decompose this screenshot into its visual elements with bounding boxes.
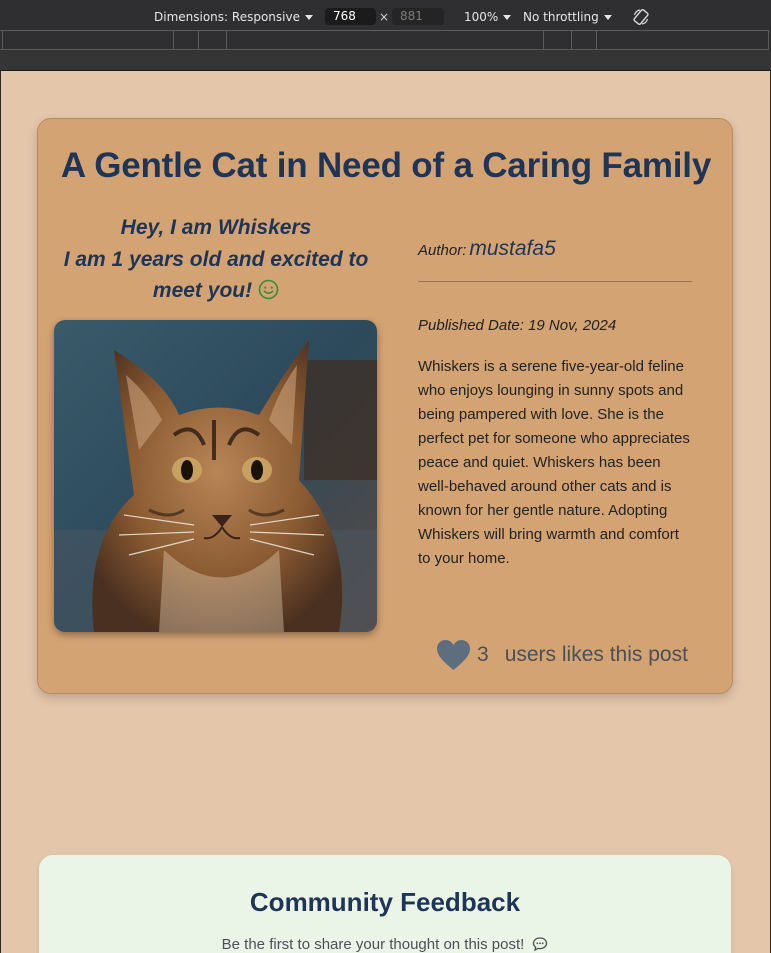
comment-icon <box>533 936 548 951</box>
pet-photo <box>54 320 377 632</box>
ruler-segment[interactable] <box>173 31 174 49</box>
heart-icon[interactable] <box>436 639 471 671</box>
ruler-segment[interactable] <box>226 31 227 49</box>
ruler-segment[interactable] <box>198 31 199 49</box>
ruler-segment[interactable] <box>571 31 572 49</box>
height-input[interactable]: 881 <box>392 8 444 25</box>
throttling-dropdown[interactable]: No throttling <box>523 10 612 24</box>
width-input[interactable]: 768 <box>325 8 376 25</box>
device-frame-top <box>0 50 771 71</box>
devtools-toolbar: Dimensions: Responsive 768 × 881 100% No… <box>0 0 771 34</box>
times-sign: × <box>379 10 390 24</box>
greeting-line-2: I am 1 years old and excited to meet you… <box>58 244 374 307</box>
published-date: Published Date: 19 Nov, 2024 <box>418 317 617 334</box>
feedback-subtitle-text: Be the first to share your thought on th… <box>221 936 525 953</box>
likes-text: users likes this post <box>504 643 688 666</box>
page-viewport: A Gentle Cat in Need of a Caring Family … <box>1 71 770 953</box>
author-name[interactable]: mustafa5 <box>469 237 555 260</box>
greeting-line-1: Hey, I am Whiskers <box>120 216 312 239</box>
media-query-ruler[interactable] <box>0 30 769 50</box>
author-line: Author: mustafa5 <box>418 237 692 261</box>
dimensions-label: Dimensions: Responsive <box>154 10 300 24</box>
ruler-segment[interactable] <box>2 31 3 49</box>
post-title: A Gentle Cat in Need of a Caring Family <box>60 146 712 185</box>
community-feedback-section: Community Feedback Be the first to share… <box>39 855 731 953</box>
chevron-down-icon <box>503 14 512 20</box>
chevron-down-icon <box>603 14 612 20</box>
pet-post-card: A Gentle Cat in Need of a Caring Family … <box>37 118 733 694</box>
zoom-dropdown[interactable]: 100% <box>464 10 512 24</box>
pet-greeting: Hey, I am Whiskers I am 1 years old and … <box>58 212 374 307</box>
feedback-title: Community Feedback <box>249 887 521 917</box>
cat-image <box>54 320 377 632</box>
ruler-segment[interactable] <box>543 31 544 49</box>
likes-count: 3 <box>477 643 489 666</box>
greeting-line-2-text: I am 1 years old and excited to meet you… <box>63 247 369 303</box>
rotate-device-icon[interactable] <box>632 8 650 26</box>
throttling-label: No throttling <box>523 10 599 24</box>
divider <box>418 281 692 282</box>
author-label: Author: <box>418 242 467 259</box>
smile-icon <box>258 279 279 300</box>
zoom-label: 100% <box>464 10 499 24</box>
post-description: Whiskers is a serene five-year-old felin… <box>418 358 690 567</box>
ruler-segment[interactable] <box>596 31 597 49</box>
feedback-subtitle: Be the first to share your thought on th… <box>39 936 731 953</box>
likes-row: 3 users likes this post <box>436 635 688 675</box>
chevron-down-icon <box>304 14 313 20</box>
dimensions-dropdown[interactable]: Dimensions: Responsive <box>154 10 313 24</box>
